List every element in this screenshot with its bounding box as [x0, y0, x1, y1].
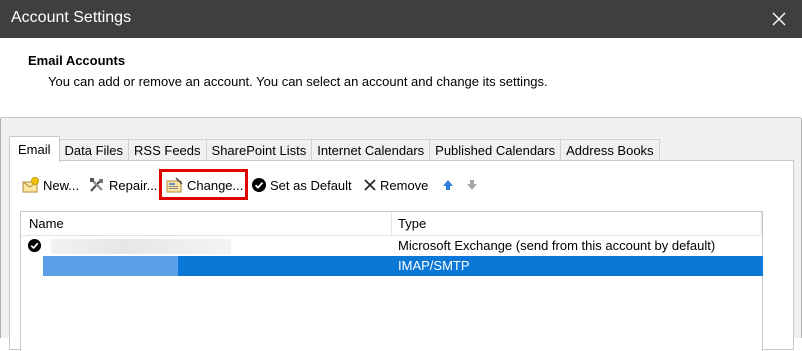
column-divider[interactable]: [391, 212, 392, 236]
set-as-default-label: Set as Default: [270, 177, 352, 193]
accounts-list: Name Type Microsoft Exchange (send from …: [20, 211, 763, 351]
remove-button[interactable]: Remove: [363, 173, 428, 197]
tab-label: Data Files: [64, 143, 124, 158]
tab-rss-feeds[interactable]: RSS Feeds: [128, 139, 207, 161]
column-header-type[interactable]: Type: [398, 216, 426, 231]
account-toolbar: New... Repair... Change... Set as Defaul…: [10, 169, 793, 200]
account-row-exchange[interactable]: Microsoft Exchange (send from this accou…: [21, 236, 762, 256]
move-down-button[interactable]: [466, 173, 481, 197]
account-type: IMAP/SMTP: [398, 258, 470, 273]
repair-tools-icon: [90, 178, 103, 192]
tab-label: Published Calendars: [435, 143, 556, 158]
remove-x-icon: [364, 179, 376, 191]
account-row-imap[interactable]: IMAP/SMTP: [21, 256, 763, 276]
new-account-icon: [22, 177, 39, 193]
header-description: You can add or remove an account. You ca…: [48, 74, 548, 89]
close-button[interactable]: [756, 0, 802, 38]
tab-data-files[interactable]: Data Files: [58, 139, 130, 161]
title-bar: Account Settings: [0, 0, 802, 38]
default-account-check-icon: [27, 238, 42, 253]
repair-label: Repair...: [109, 177, 158, 193]
tab-internet-calendars[interactable]: Internet Calendars: [311, 139, 431, 161]
dialog-header: Email Accounts You can add or remove an …: [1, 38, 801, 118]
tab-published-calendars[interactable]: Published Calendars: [429, 139, 562, 161]
list-header: Name Type: [21, 212, 762, 236]
header-title: Email Accounts: [28, 53, 126, 68]
redacted-account-name: [51, 239, 231, 254]
move-up-button[interactable]: [442, 173, 457, 197]
checkmark-circle-icon: [252, 178, 266, 192]
tab-label: RSS Feeds: [134, 143, 201, 158]
remove-label: Remove: [380, 177, 429, 193]
tab-email[interactable]: Email: [9, 136, 60, 162]
new-label: New...: [43, 177, 80, 193]
dialog-body: Email Data Files RSS Feeds SharePoint Li…: [0, 118, 802, 351]
new-button[interactable]: New...: [22, 173, 79, 197]
redacted-account-name: [43, 256, 178, 276]
tab-label: Email: [18, 142, 51, 157]
tab-strip: Email Data Files RSS Feeds SharePoint Li…: [9, 136, 660, 162]
column-divider[interactable]: [761, 212, 762, 236]
repair-button[interactable]: Repair...: [88, 173, 157, 197]
tab-label: Address Books: [566, 143, 654, 158]
set-as-default-button[interactable]: Set as Default: [251, 173, 352, 197]
tab-address-books[interactable]: Address Books: [560, 139, 660, 161]
tab-label: Internet Calendars: [317, 143, 425, 158]
arrow-down-icon: [467, 180, 477, 190]
close-icon: [772, 12, 786, 26]
account-type: Microsoft Exchange (send from this accou…: [398, 238, 716, 253]
window-title: Account Settings: [11, 9, 132, 26]
tab-label: SharePoint Lists: [211, 143, 307, 158]
arrow-up-icon: [443, 180, 453, 190]
change-button-highlight: [159, 169, 248, 200]
tab-sharepoint-lists[interactable]: SharePoint Lists: [205, 139, 313, 161]
email-tab-panel: New... Repair... Change... Set as Defaul…: [9, 160, 794, 351]
column-header-name[interactable]: Name: [29, 216, 64, 231]
